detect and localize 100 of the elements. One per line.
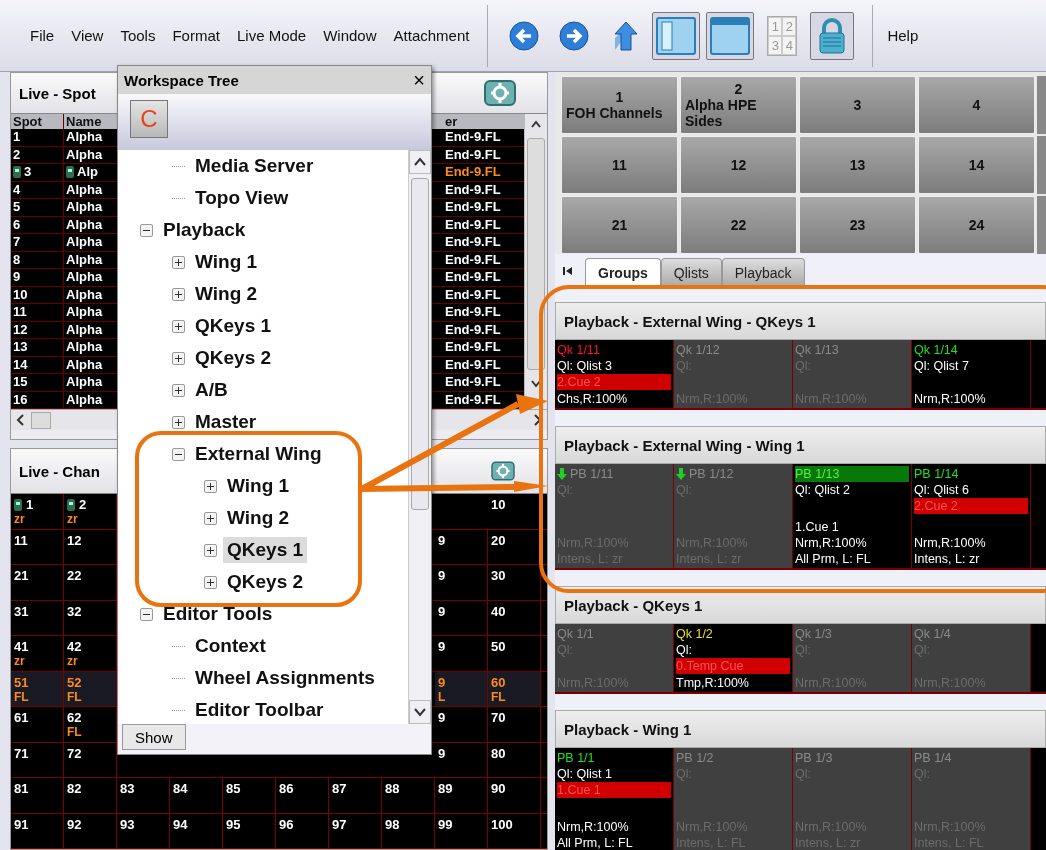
playback-cell[interactable]: Qk 1/11 Ql: Qlist 3 2.Cue 2 Chs,R:100% (555, 340, 674, 408)
tab[interactable]: Groups (585, 258, 661, 286)
tree-item[interactable]: Context (191, 633, 270, 659)
tree-item[interactable]: Wing 1 (191, 249, 262, 275)
channel-cell[interactable]: 31 (11, 600, 64, 635)
channel-cell[interactable]: 52 FL (64, 671, 117, 706)
channel-cell[interactable]: 9 (435, 707, 488, 742)
playback-cell[interactable]: PB 1/1 Ql: Qlist 1 1.Cue 1 Nrm,R:100% All Prm, L: FL (555, 748, 674, 850)
channel-cell[interactable]: 71 (11, 742, 64, 777)
group-button[interactable]: 2 Alpha HPE Sides (680, 76, 797, 134)
menu-item[interactable]: Window (323, 27, 377, 44)
expand-icon[interactable] (172, 319, 185, 333)
gear-icon[interactable] (489, 460, 517, 482)
group-button[interactable]: 22 (680, 196, 797, 254)
group-button[interactable]: 12 (680, 136, 797, 194)
menu-item[interactable]: Attachment (393, 27, 470, 44)
expand-icon[interactable] (172, 383, 185, 397)
scroll-down-icon[interactable] (409, 700, 431, 724)
tree-item[interactable]: A/B (191, 377, 232, 403)
menu-item[interactable]: Tools (120, 27, 156, 44)
expand-icon[interactable] (204, 479, 217, 493)
channel-cell[interactable]: 9 (435, 742, 488, 777)
channel-cell[interactable]: 97 (329, 813, 382, 848)
gear-icon[interactable] (483, 78, 517, 108)
tree-item[interactable]: Wheel Assignments (191, 665, 379, 691)
group-button[interactable]: 1 FOH Channels (561, 76, 678, 134)
channel-cell[interactable]: 89 (435, 778, 488, 813)
menu-item[interactable]: Live Mode (236, 27, 307, 44)
channel-cell[interactable]: 100 (488, 813, 541, 848)
channel-cell[interactable]: 9 (435, 600, 488, 635)
playback-cell[interactable]: Qk 1/14 Ql: Qlist 7 Nrm,R:100% (912, 340, 1031, 408)
channel-cell[interactable]: 40 (488, 600, 541, 635)
tree-item[interactable]: Topo View (191, 185, 293, 211)
channel-cell[interactable]: 83 (117, 778, 170, 813)
menu-item[interactable]: Format (172, 27, 220, 44)
channel-cell[interactable]: 51 FL (11, 671, 64, 706)
channel-cell[interactable]: 20 (488, 529, 541, 564)
channel-cell[interactable]: 9 L (435, 671, 488, 706)
tree-item[interactable]: External Wing (191, 441, 326, 467)
menu-item[interactable]: View (71, 27, 104, 44)
channel-cell[interactable]: 61 (11, 707, 64, 742)
playback-cell[interactable]: PB 1/13 Ql: Qlist 2 1.Cue 1 Nrm,R:100% All Prm, L: FL (793, 464, 912, 568)
channel-cell[interactable]: 9 (435, 529, 488, 564)
expand-icon[interactable] (204, 543, 217, 557)
scroll-up-icon[interactable] (409, 150, 431, 174)
tree-item[interactable]: QKeys 1 (223, 537, 308, 563)
window-button[interactable] (706, 11, 755, 60)
channel-cell[interactable]: 98 (382, 813, 435, 848)
expand-icon[interactable] (172, 351, 185, 365)
tree-item[interactable]: Wing 1 (223, 473, 294, 499)
tab[interactable]: Playback (721, 258, 805, 286)
playback-cell[interactable]: Qk 1/2 Ql: 0.Temp Cue Tmp,R:100% (674, 624, 793, 692)
group-button[interactable]: 21 (561, 196, 678, 254)
channel-cell[interactable]: 84 (170, 778, 223, 813)
scrollbar[interactable] (408, 150, 431, 724)
channel-cell[interactable]: 81 (11, 778, 64, 813)
group-button[interactable]: 23 (799, 196, 916, 254)
sidebar-button[interactable] (652, 11, 701, 60)
tree-item[interactable]: Master (191, 409, 261, 435)
collapse-icon[interactable] (140, 223, 153, 237)
channel-cell[interactable]: 9 (435, 565, 488, 600)
channel-cell[interactable]: 41 zr (11, 636, 64, 671)
channel-cell[interactable]: 96 (276, 813, 329, 848)
expand-icon[interactable] (172, 415, 185, 429)
menu-item[interactable]: Help (887, 27, 919, 44)
group-button[interactable]: 24 (918, 196, 1035, 254)
close-button[interactable]: × (413, 68, 425, 92)
collapse-icon[interactable] (140, 607, 153, 621)
group-button[interactable]: 14 (918, 136, 1035, 194)
playback-cell[interactable]: PB 1/14 Ql: Qlist 6 2.Cue 2 Nrm,R:100% Intens, L: zr (912, 464, 1031, 568)
channel-cell[interactable]: 82 (64, 778, 117, 813)
group-button[interactable]: 11 (561, 136, 678, 194)
channel-cell[interactable]: 93 (117, 813, 170, 848)
channel-cell[interactable]: 90 (488, 778, 541, 813)
channel-cell[interactable]: 11 (11, 529, 64, 564)
channel-cell[interactable]: 9 (435, 636, 488, 671)
channel-cell[interactable]: 50 (488, 636, 541, 671)
channel-cell[interactable]: 80 (488, 742, 541, 777)
channel-cell[interactable]: 21 (11, 565, 64, 600)
tree-item[interactable]: Editor Toolbar (191, 697, 328, 723)
channel-cell[interactable]: 60 FL (488, 671, 541, 706)
expand-icon[interactable] (172, 255, 185, 269)
channel-cell[interactable]: 85 (223, 778, 276, 813)
collapse-icon[interactable] (172, 447, 185, 461)
channel-cell[interactable]: 92 (64, 813, 117, 848)
channel-cell[interactable]: 87 (329, 778, 382, 813)
group-button[interactable]: 13 (799, 136, 916, 194)
tree-item[interactable]: QKeys 2 (191, 345, 276, 371)
expand-icon[interactable] (172, 287, 185, 301)
channel-cell[interactable]: 88 (382, 778, 435, 813)
group-button[interactable]: 3 (799, 76, 916, 134)
tree-item[interactable]: Wing 2 (223, 505, 294, 531)
scrollbar[interactable] (524, 114, 547, 409)
tree-item[interactable]: Playback (159, 217, 250, 243)
tree-item[interactable]: QKeys 1 (191, 313, 276, 339)
channel-cell[interactable]: 86 (276, 778, 329, 813)
tree-item[interactable]: Editor Tools (159, 601, 277, 627)
expand-icon[interactable] (204, 575, 217, 589)
channel-cell[interactable]: 10 (488, 494, 541, 529)
channel-cell[interactable]: 30 (488, 565, 541, 600)
